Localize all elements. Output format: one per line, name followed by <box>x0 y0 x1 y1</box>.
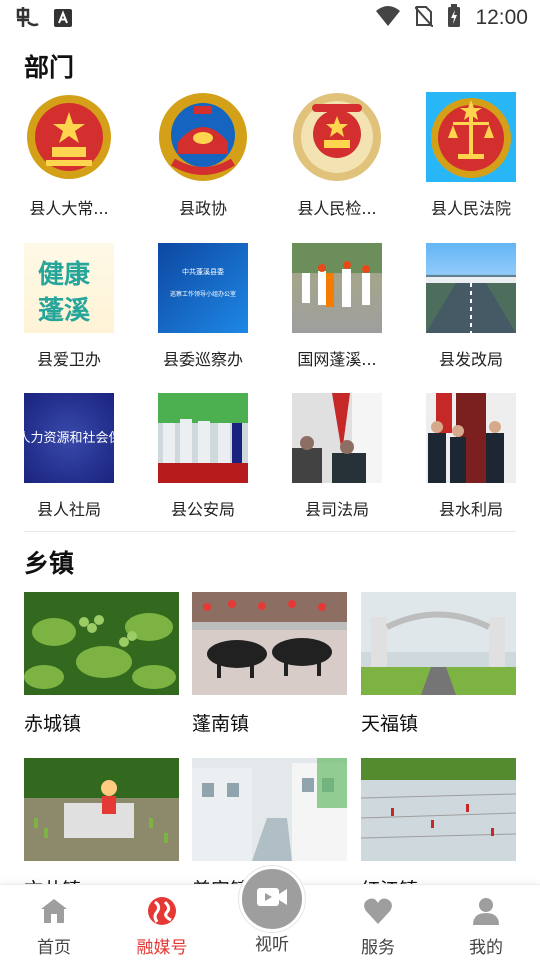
bullfight-photo <box>192 592 347 695</box>
dept-label: 县爱卫办 <box>36 350 101 369</box>
battery-charging-icon <box>447 4 461 32</box>
dept-label: 县公安局 <box>170 500 235 519</box>
hr-social-security-image: 人力资源和社会保障 <box>24 393 114 483</box>
dept-label: 县发改局 <box>438 350 503 369</box>
globe-icon <box>108 895 216 927</box>
town-item-wenjing[interactable]: 文井镇 <box>24 758 179 902</box>
dept-label: 县人民法院 <box>430 199 511 218</box>
dept-label: 县人大常... <box>29 199 109 218</box>
dept-label: 国网蓬溪... <box>297 350 377 369</box>
dept-item-xunchaban[interactable]: 中共蓬溪县委 巡察工作领导小组办公室 县委巡察办 <box>136 243 270 370</box>
town-item-chicheng[interactable]: 赤城镇 <box>24 592 179 736</box>
town-item-tianfu[interactable]: 天福镇 <box>361 592 516 736</box>
dept-label: 县人民检... <box>297 199 377 218</box>
dept-item-renshe[interactable]: 人力资源和社会保障 县人社局 <box>2 393 136 520</box>
town-label: 天福镇 <box>361 713 419 735</box>
home-icon <box>0 895 108 927</box>
video-camera-icon <box>256 885 288 913</box>
procuratorate-emblem-image <box>292 92 382 182</box>
section-divider <box>24 531 516 532</box>
inspection-office-image: 中共蓬溪县委 巡察工作领导小组办公室 <box>158 243 248 333</box>
police-event-photo <box>158 393 248 483</box>
dept-item-jianchayuan[interactable]: 县人民检... <box>270 92 404 219</box>
dept-item-zhengxie[interactable]: 县政协 <box>136 92 270 219</box>
state-grid-workers-photo <box>292 243 382 333</box>
dept-item-guowang[interactable]: 国网蓬溪... <box>270 243 404 370</box>
highway-photo <box>426 243 516 333</box>
video-tab-button[interactable] <box>239 866 305 932</box>
dept-item-gonganju[interactable]: 县公安局 <box>136 393 270 520</box>
dept-label: 县人社局 <box>36 500 101 519</box>
dept-item-aiweiban[interactable]: 健康 蓬溪 县爱卫办 <box>2 243 136 370</box>
inspection-text-1: 中共蓬溪县委 <box>182 268 224 276</box>
national-emblem-image <box>24 92 114 182</box>
water-bureau-photo <box>426 393 516 483</box>
town-label: 蓬南镇 <box>192 713 250 735</box>
wifi-icon <box>375 5 401 31</box>
inspection-text-2: 巡察工作领导小组办公室 <box>169 291 236 298</box>
town-item-pengnan[interactable]: 蓬南镇 <box>192 592 347 736</box>
towns-heading: 乡镇 <box>24 549 75 578</box>
town-gate-photo <box>361 592 516 695</box>
tab-service[interactable]: 服务 <box>324 895 432 958</box>
dept-label: 县委巡察办 <box>162 350 243 369</box>
dept-item-fayuan[interactable]: 县人民法院 <box>404 92 538 219</box>
tab-video-label: 视听 <box>255 935 289 955</box>
rice-planter-photo <box>24 758 179 861</box>
tab-home[interactable]: 首页 <box>0 895 108 958</box>
dept-label: 县政协 <box>178 199 227 218</box>
text-notification-icon <box>54 9 72 31</box>
court-emblem-image <box>426 92 516 182</box>
village-street-photo <box>192 758 347 861</box>
no-sim-icon <box>414 5 435 31</box>
user-icon <box>432 895 540 927</box>
tab-mine-label: 我的 <box>469 938 503 958</box>
dept-item-fagaiju[interactable]: 县发改局 <box>404 243 538 370</box>
rice-paddy-photo <box>361 758 516 861</box>
dept-item-renda[interactable]: 县人大常... <box>2 92 136 219</box>
heart-icon <box>324 895 432 927</box>
town-item-hongjiang[interactable]: 红江镇 <box>361 758 516 902</box>
departments-heading: 部门 <box>24 53 75 82</box>
dept-item-sifaju[interactable]: 县司法局 <box>270 393 404 520</box>
tab-media-label: 融媒号 <box>136 938 188 958</box>
tab-media[interactable]: 融媒号 <box>108 895 216 958</box>
tab-service-label: 服务 <box>361 938 395 958</box>
dept-item-shuiliju[interactable]: 县水利局 <box>404 393 538 520</box>
justice-bureau-photo <box>292 393 382 483</box>
health-pengxi-image: 健康 蓬溪 <box>24 243 114 333</box>
cppcc-emblem-image <box>158 92 248 182</box>
health-pengxi-text: 健康 蓬溪 <box>38 260 91 326</box>
hr-text: 人力资源和社会保障 <box>24 431 114 446</box>
status-bar: 12:00 <box>0 0 540 36</box>
tab-home-label: 首页 <box>37 938 71 958</box>
clock: 12:00 <box>475 6 528 29</box>
tab-mine[interactable]: 我的 <box>432 895 540 958</box>
town-label: 赤城镇 <box>24 713 82 735</box>
app-notification-icon <box>14 6 42 34</box>
dept-label: 县司法局 <box>304 500 369 519</box>
dept-label: 县水利局 <box>438 500 503 519</box>
pepper-plant-photo <box>24 592 179 695</box>
